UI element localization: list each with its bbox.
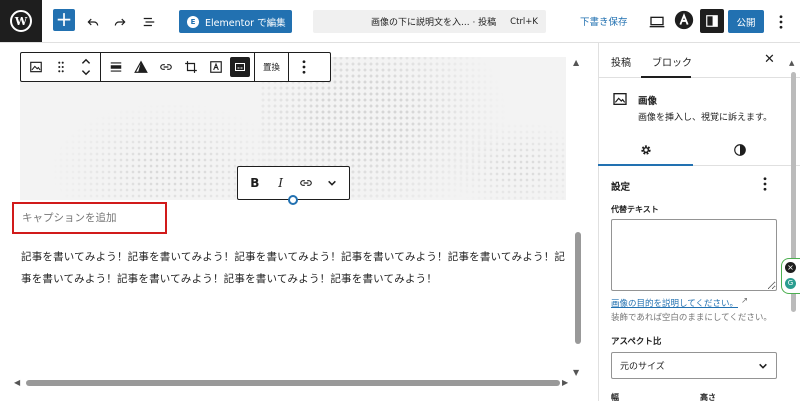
tab-block[interactable]: ブロック [652, 54, 692, 69]
styles-half-circle-icon[interactable] [733, 143, 747, 157]
document-title-bar[interactable]: 画像の下に説明文を入... · 投稿 Ctrl+K [313, 10, 546, 33]
preview-icon[interactable] [645, 10, 669, 34]
add-block-button[interactable]: + [53, 9, 75, 31]
publish-button[interactable]: 公開 [728, 10, 764, 33]
scroll-left-arrow-icon[interactable]: ◀ [14, 378, 20, 387]
image-resize-handle[interactable] [288, 195, 298, 205]
block-card-description: 画像を挿入し、視覚に訴えます。 [638, 113, 773, 123]
drag-handle-icon[interactable] [48, 54, 73, 80]
save-draft-button[interactable]: 下書き保存 [580, 14, 628, 28]
tab-post[interactable]: 投稿 [611, 54, 631, 69]
halftone-pattern [440, 117, 566, 200]
vertical-scrollbar[interactable] [575, 232, 581, 344]
chevron-down-icon[interactable] [321, 178, 343, 188]
document-overview-icon[interactable] [137, 10, 161, 34]
caption-link-icon[interactable] [295, 176, 317, 190]
scroll-down-arrow-icon[interactable]: ▼ [573, 368, 579, 377]
paragraph-block[interactable]: 記事を書いてみよう！記事を書いてみよう！記事を書いてみよう！記事を書いてみよう！… [21, 246, 571, 290]
block-card-title: 画像 [638, 96, 658, 107]
sidebar-scroll-up-arrow-icon[interactable]: ▲ [789, 59, 794, 67]
settings-options-icon[interactable] [763, 177, 767, 191]
height-label: 高さ [700, 393, 716, 401]
edit-with-elementor-button[interactable]: E Elementor で編集 [179, 10, 292, 33]
wordpress-logo-button[interactable]: W [0, 0, 42, 42]
active-tab-indicator [641, 76, 691, 78]
scroll-right-arrow-icon[interactable]: ▶ [562, 378, 568, 387]
more-options-icon[interactable] [291, 54, 316, 80]
block-toolbar-group-type [21, 53, 101, 81]
block-toolbar-group-tools [101, 53, 255, 81]
horizontal-scrollbar[interactable] [26, 380, 560, 386]
crop-icon[interactable] [178, 54, 203, 80]
replace-button[interactable]: 置換 [257, 61, 286, 73]
external-link-icon: ↗ [741, 296, 749, 306]
aspect-ratio-value: 元のサイズ [620, 362, 665, 372]
undo-icon[interactable] [81, 10, 105, 34]
options-menu-icon[interactable] [769, 10, 793, 34]
aspect-ratio-select[interactable]: 元のサイズ [611, 352, 777, 379]
caption-input[interactable]: キャプションを追加 [22, 210, 117, 225]
block-toolbar: 置換 [20, 52, 331, 82]
astra-settings-icon[interactable] [673, 9, 697, 33]
document-title: 画像の下に説明文を入... · 投稿 [371, 18, 497, 28]
command-shortcut: Ctrl+K [510, 16, 538, 27]
alt-text-help-link[interactable]: 画像の目的を説明してください。 [611, 297, 738, 309]
alt-text-input[interactable] [611, 219, 777, 291]
settings-section-title: 設定 [611, 182, 631, 193]
text-overlay-icon[interactable] [203, 54, 228, 80]
bold-button[interactable]: B [244, 176, 266, 190]
duotone-filter-icon[interactable] [128, 54, 153, 80]
chevron-down-icon [759, 363, 767, 369]
italic-button[interactable]: I [270, 176, 292, 190]
wordpress-logo-icon: W [10, 10, 32, 32]
settings-panel-toggle[interactable] [700, 9, 724, 33]
alt-text-label: 代替テキスト [611, 205, 659, 214]
aspect-ratio-label: アスペクト比 [611, 337, 662, 347]
image-block-card-icon [612, 91, 628, 107]
close-sidebar-icon[interactable]: ✕ [764, 52, 775, 67]
elementor-button-label: Elementor で編集 [205, 17, 286, 29]
settings-gear-icon[interactable] [639, 143, 653, 157]
move-up-down-icon[interactable] [73, 54, 98, 80]
scroll-up-arrow-icon[interactable]: ▲ [573, 58, 579, 67]
redo-icon[interactable] [108, 10, 132, 34]
active-subtab-indicator [598, 164, 693, 166]
link-icon[interactable] [153, 54, 178, 80]
extension-close-icon[interactable]: × [785, 262, 796, 273]
extension-logo-icon[interactable]: G [785, 278, 796, 289]
image-block-icon[interactable] [23, 54, 48, 80]
sidebar-icon [706, 15, 718, 27]
caption-toggle-icon[interactable] [230, 57, 250, 77]
width-label: 幅 [611, 393, 619, 401]
alt-text-help: 装飾であれば空白のままにしてください。 [611, 313, 772, 323]
block-toolbar-group-more [289, 53, 318, 81]
elementor-icon: E [187, 15, 199, 28]
align-icon[interactable] [103, 54, 128, 80]
block-toolbar-group-replace: 置換 [255, 53, 290, 81]
